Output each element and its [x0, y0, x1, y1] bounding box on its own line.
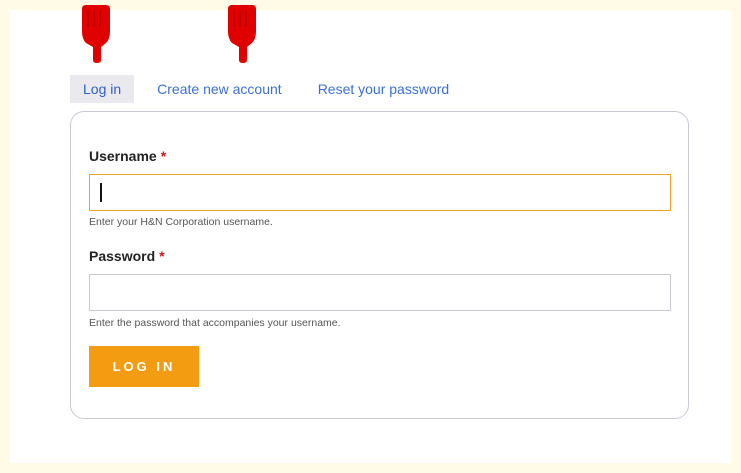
password-input[interactable] — [89, 274, 671, 311]
tab-log-in[interactable]: Log in — [70, 75, 135, 103]
tab-reset-password[interactable]: Reset your password — [305, 75, 463, 103]
username-input[interactable] — [89, 174, 671, 211]
username-label-text: Username — [89, 148, 157, 164]
required-marker: * — [160, 148, 167, 164]
text-cursor — [100, 183, 102, 202]
username-hint: Enter your H&N Corporation username. — [89, 216, 273, 228]
password-label-text: Password — [89, 248, 156, 264]
login-form: Username * Enter your H&N Corporation use… — [70, 111, 689, 419]
username-label: Username * — [89, 148, 166, 164]
tab-create-new-account[interactable]: Create new account — [144, 75, 295, 103]
password-label: Password * — [89, 248, 165, 264]
account-tabs: Log in Create new account Reset your pas… — [70, 75, 462, 103]
required-marker: * — [159, 248, 165, 264]
pointing-hand-down-icon — [76, 5, 116, 63]
password-hint: Enter the password that accompanies your… — [89, 317, 341, 329]
log-in-button[interactable]: LOG IN — [89, 346, 199, 387]
pointing-hand-down-icon — [222, 5, 262, 63]
